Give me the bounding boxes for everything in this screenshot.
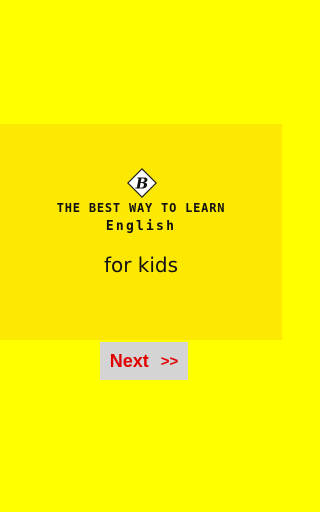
next-button[interactable]: Next >> xyxy=(100,342,188,380)
logo-letter: B xyxy=(135,175,149,193)
double-chevron-right-icon: >> xyxy=(160,352,179,370)
brand-logo: B xyxy=(125,166,159,200)
next-button-label: Next xyxy=(109,350,149,371)
tagline: THE BEST WAY TO LEARN xyxy=(56,201,226,215)
diamond-b-icon: B xyxy=(127,168,157,198)
subject-title: English xyxy=(105,219,177,234)
audience-subtitle: for kids xyxy=(103,253,179,277)
